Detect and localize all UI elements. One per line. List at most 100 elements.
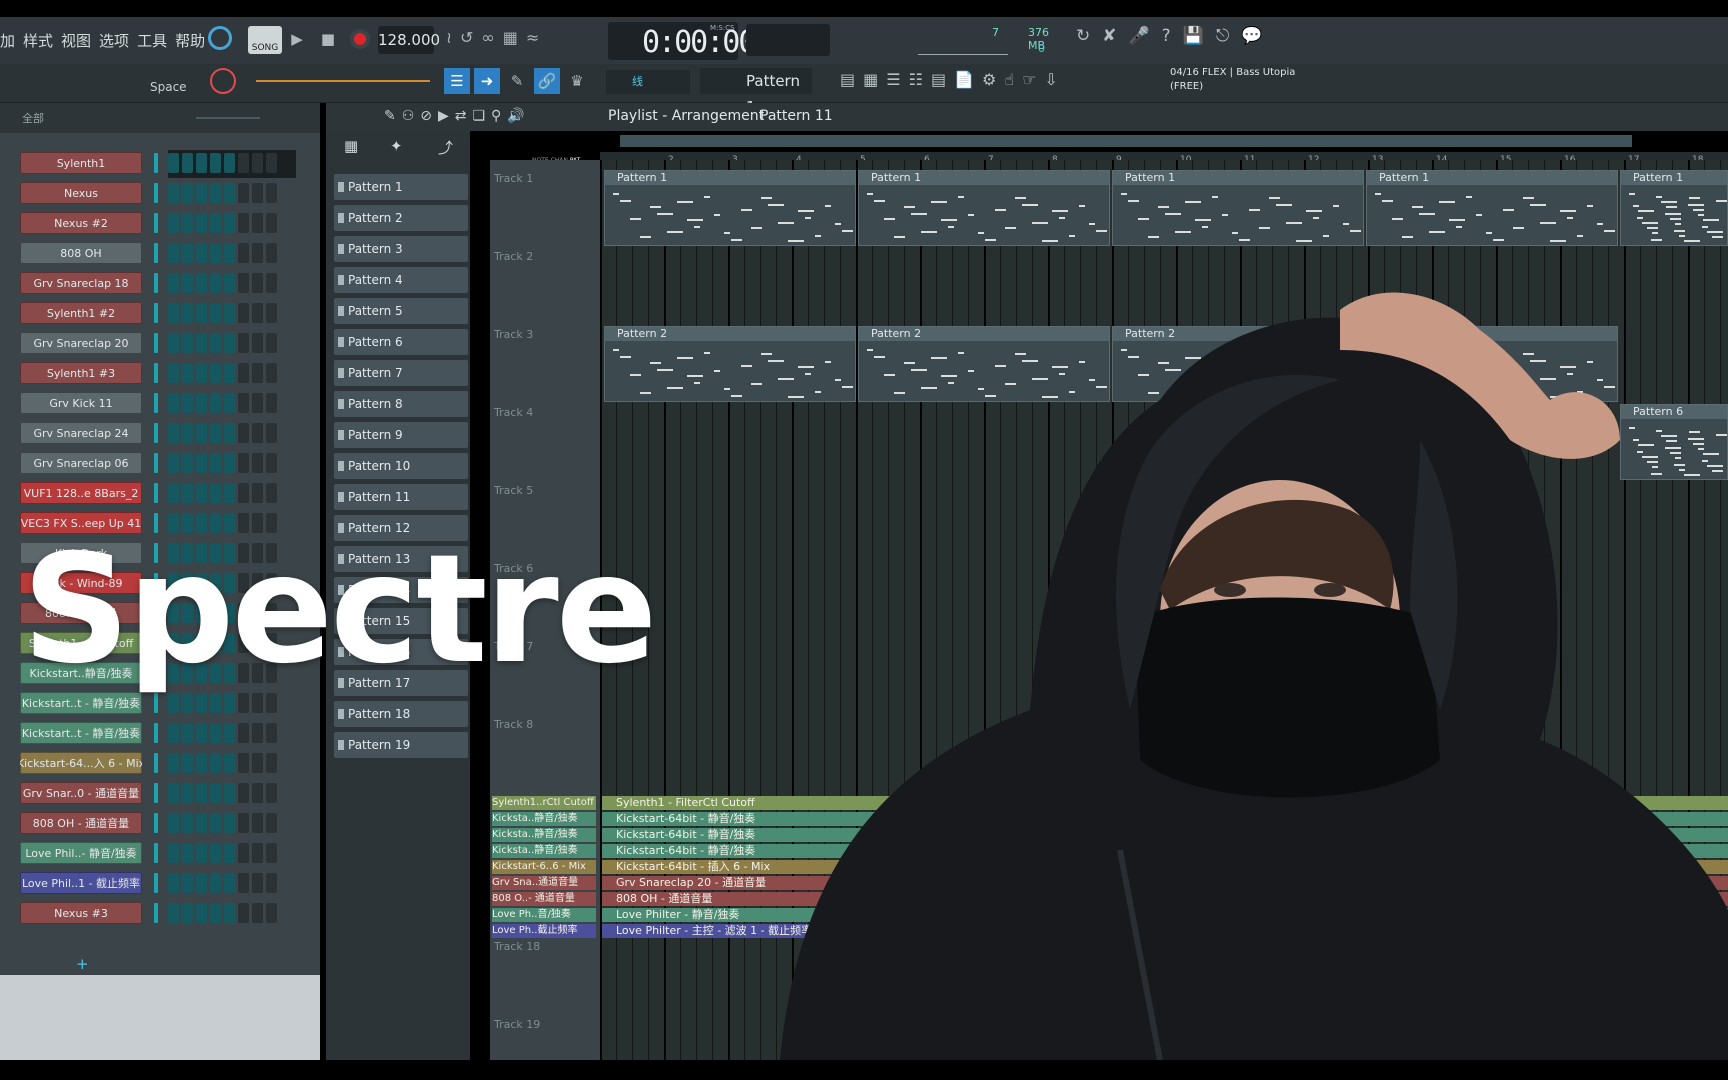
channel-button[interactable]: Nexus #3 <box>20 902 142 924</box>
step-sequencer-row[interactable] <box>168 333 277 353</box>
master-pitch-slider[interactable] <box>256 80 430 82</box>
plugin-info[interactable]: 04/16 FLEX | Bass Utopia (FREE) <box>1170 66 1320 96</box>
step-sequencer-row[interactable] <box>168 243 277 263</box>
add-channel-button[interactable]: + <box>76 955 89 973</box>
record-button[interactable] <box>354 33 366 45</box>
time-display[interactable]: M:S:CS 0:00:00 <box>608 22 756 60</box>
piano-roll-icon[interactable]: ☰ <box>444 68 470 94</box>
menu-item[interactable]: 工具 <box>137 32 167 50</box>
pattern-clip[interactable]: Pattern 1 <box>604 170 856 246</box>
piano-tab-icon[interactable]: ▦ <box>344 137 358 155</box>
playlist-overview[interactable] <box>620 135 1632 147</box>
track-label[interactable]: Track 3 <box>494 328 533 341</box>
stop-button[interactable]: ■ <box>315 26 341 52</box>
pattern-item[interactable]: Pattern 6 <box>334 329 468 355</box>
link-icon[interactable]: 🔗 <box>534 68 560 94</box>
channel-button[interactable]: VUF1 128..e 8Bars_2 <box>20 482 142 504</box>
audio-tab-icon[interactable]: ✦ <box>390 137 403 155</box>
automation-track-label[interactable]: Kickstart-6..6 - Mix <box>492 860 596 874</box>
channel-button[interactable]: Sylenth1 <box>20 152 142 174</box>
pitch-icon[interactable]: ≀ <box>446 28 452 47</box>
playlist-window-icon[interactable]: ▤ <box>840 70 855 89</box>
blend-icon[interactable]: ≈ <box>526 28 539 47</box>
pattern-clip[interactable]: Pattern 1 <box>1112 170 1364 246</box>
automation-track-label[interactable]: Kicksta..静音/独奏 <box>492 812 596 826</box>
pattern-item[interactable]: Pattern 8 <box>334 391 468 417</box>
countdown-icon[interactable]: ∞ <box>481 28 494 47</box>
step-sequencer-row[interactable] <box>168 843 277 863</box>
menu-item[interactable]: 帮助 <box>175 32 205 50</box>
pattern-selector[interactable]: Pattern 1 <box>700 68 812 116</box>
pattern-clip[interactable]: Pattern 1 <box>858 170 1110 246</box>
plugin-icon[interactable]: ⚙ <box>982 70 996 89</box>
automation-track-label[interactable]: Love Ph..截止频率 <box>492 924 596 938</box>
tempo-display[interactable]: 128.000 <box>378 26 440 54</box>
automation-tab-icon[interactable]: ⤴ <box>438 137 453 158</box>
step-sequencer-row[interactable] <box>168 423 277 443</box>
track-label[interactable]: Track 19 <box>494 1018 540 1031</box>
save-icon[interactable]: 💾 <box>1183 26 1204 46</box>
pattern-item[interactable]: Pattern 2 <box>334 205 468 231</box>
pattern-item[interactable]: Pattern 10 <box>334 453 468 479</box>
step-sequencer-row[interactable] <box>168 813 277 833</box>
pattern-item[interactable]: Pattern 5 <box>334 298 468 324</box>
menu-item[interactable]: 样式 <box>23 32 53 50</box>
channel-button[interactable]: Love Phil..- 静音/独奏 <box>20 842 142 864</box>
automation-track-label[interactable]: Love Ph..音/独奏 <box>492 908 596 922</box>
refresh-icon[interactable]: ↻ <box>1076 26 1090 46</box>
mixer-icon[interactable]: ☷ <box>909 70 923 89</box>
metronome-icon[interactable] <box>208 26 232 50</box>
step-sequencer-row[interactable] <box>168 213 277 233</box>
menu-item[interactable]: 选项 <box>99 32 129 50</box>
channel-button[interactable]: Kickstart-64...入 6 - Mix <box>20 752 142 774</box>
channel-button[interactable]: Grv Kick 11 <box>20 392 142 414</box>
pattern-item[interactable]: Pattern 18 <box>334 701 468 727</box>
step-sequencer-row[interactable] <box>168 873 277 893</box>
pattern-item[interactable]: Pattern 7 <box>334 360 468 386</box>
touch-icon[interactable]: ☝ <box>1004 70 1014 89</box>
channel-button[interactable]: Sylenth1 #2 <box>20 302 142 324</box>
automation-track-label[interactable]: Grv Sna..通道音量 <box>492 876 596 890</box>
pattern-clip[interactable]: Pattern 1 <box>1620 170 1728 246</box>
channel-button[interactable]: Grv Snareclap 20 <box>20 332 142 354</box>
channel-button[interactable]: Kickstart..t - 静音/独奏 <box>20 722 142 744</box>
step-edit-icon[interactable]: ▦ <box>503 28 518 47</box>
step-sequencer-row[interactable] <box>168 783 277 803</box>
track-label[interactable]: Track 5 <box>494 484 533 497</box>
chat-icon[interactable]: 💬 <box>1241 26 1262 46</box>
step-sequencer-row[interactable] <box>168 393 277 413</box>
pattern-item[interactable]: Pattern 9 <box>334 422 468 448</box>
swing-slider[interactable] <box>196 117 260 119</box>
track-label[interactable]: Track 8 <box>494 718 533 731</box>
track-label[interactable]: Track 4 <box>494 406 533 419</box>
step-sequencer-row[interactable] <box>168 483 277 503</box>
step-sequencer-row[interactable] <box>168 903 277 923</box>
automation-track-label[interactable]: Kicksta..静音/独奏 <box>492 844 596 858</box>
master-volume-knob[interactable] <box>210 68 236 94</box>
step-sequencer-row[interactable] <box>168 723 277 743</box>
help-icon[interactable]: ? <box>1162 26 1171 46</box>
channel-button[interactable]: Sylenth1 #3 <box>20 362 142 384</box>
step-sequencer-row[interactable] <box>168 303 277 323</box>
cut-icon[interactable]: ✘ <box>1102 26 1116 46</box>
pattern-clip[interactable]: Pattern 1 <box>1366 170 1618 246</box>
step-sequencer-row[interactable] <box>168 753 277 773</box>
track-label[interactable]: Track 1 <box>494 172 533 185</box>
channel-button[interactable]: Nexus <box>20 182 142 204</box>
channel-button[interactable]: 808 OH <box>20 242 142 264</box>
pattern-item[interactable]: Pattern 1 <box>334 174 468 200</box>
loop-record-icon[interactable]: ↺ <box>460 28 473 47</box>
step-sequencer-row[interactable] <box>168 183 277 203</box>
play-button[interactable]: ▶ <box>284 26 310 52</box>
channel-button[interactable]: Grv Snareclap 24 <box>20 422 142 444</box>
channel-button[interactable]: Nexus #2 <box>20 212 142 234</box>
pattern-item[interactable]: Pattern 4 <box>334 267 468 293</box>
channel-button[interactable]: Grv Snareclap 06 <box>20 452 142 474</box>
pattern-item[interactable]: Pattern 3 <box>334 236 468 262</box>
pattern-item[interactable]: Pattern 11 <box>334 484 468 510</box>
pattern-item[interactable]: Pattern 19 <box>334 732 468 758</box>
automation-track-label[interactable]: Kicksta..静音/独奏 <box>492 828 596 842</box>
mic-icon[interactable]: 🎤 <box>1129 26 1150 46</box>
plug-icon[interactable]: ⎋ <box>1216 26 1229 46</box>
stamp-icon[interactable]: ♛ <box>564 68 590 94</box>
